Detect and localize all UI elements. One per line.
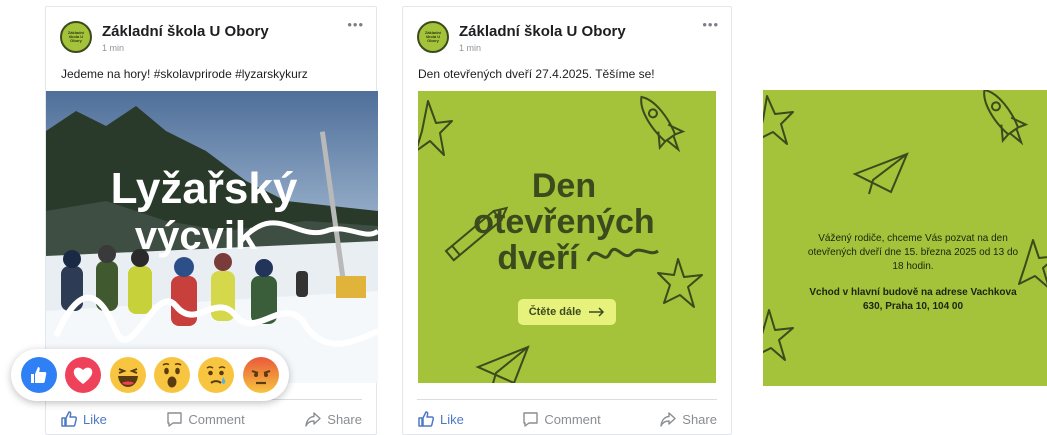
page-avatar[interactable]: Základní škola U Obory (417, 21, 449, 53)
thumbs-up-icon (61, 411, 78, 427)
share-icon (660, 411, 676, 427)
like-reaction-icon[interactable] (21, 357, 58, 393)
open-day-title-line1: Den (532, 167, 596, 205)
invitation-paragraph: Vážený rodiče, chceme Vás pozvat na den … (807, 233, 1019, 272)
invitation-address: Vchod v hlavní budově na adrese Vachkova… (809, 287, 1017, 312)
more-options-icon[interactable]: ••• (702, 17, 719, 32)
open-day-title-line2: otevřených (473, 203, 654, 241)
post-text: Den otevřených dveří 27.4.2025. Těšíme s… (418, 67, 655, 81)
read-more-button[interactable]: Čtěte dále (518, 299, 616, 325)
comment-button[interactable]: Comment (522, 411, 601, 428)
angry-reaction-icon[interactable] (242, 357, 279, 393)
comment-label: Comment (544, 411, 601, 427)
reactions-bar (11, 349, 289, 401)
haha-reaction-icon[interactable] (109, 357, 146, 393)
page-name[interactable]: Základní škola U Obory (102, 23, 269, 40)
share-label: Share (682, 411, 717, 427)
post-text: Jedeme na hory! #skolavprirode #lyzarsky… (61, 67, 308, 81)
like-button[interactable]: Like (417, 410, 464, 428)
post-header: Základní škola U Obory Základní škola U … (60, 17, 364, 55)
thumbs-up-icon (418, 411, 435, 427)
share-icon (305, 411, 321, 427)
read-more-label: Čtěte dále (528, 306, 582, 318)
page-avatar[interactable]: Základní škola U Obory (60, 21, 92, 53)
wow-reaction-icon[interactable] (154, 357, 191, 393)
post-time[interactable]: 1 min (459, 43, 481, 53)
comment-icon (523, 411, 539, 427)
post-image-open-day[interactable]: Den otevřených dveří Čtěte dále (418, 91, 716, 383)
actions-divider (417, 399, 717, 400)
share-button[interactable]: Share (304, 411, 362, 428)
like-label: Like (83, 411, 107, 427)
share-label: Share (327, 411, 362, 427)
share-button[interactable]: Share (659, 411, 717, 428)
post-actions: Like Comment Share (60, 407, 362, 431)
comment-label: Comment (188, 411, 245, 427)
post-image-ski[interactable]: Lyžařský výcvik (46, 91, 378, 383)
like-button[interactable]: Like (60, 410, 107, 428)
post-card-open-day: Základní škola U Obory Základní škola U … (402, 6, 732, 435)
post-actions: Like Comment Share (417, 407, 717, 431)
post-time[interactable]: 1 min (102, 43, 124, 53)
ski-title-line2: výcvik (135, 214, 258, 258)
carousel-slide-invitation[interactable]: Vážený rodiče, chceme Vás pozvat na den … (763, 90, 1047, 386)
more-options-icon[interactable]: ••• (347, 17, 364, 32)
love-reaction-icon[interactable] (65, 357, 102, 393)
open-day-title-line3: dveří (497, 239, 580, 277)
comment-icon (167, 411, 183, 427)
comment-button[interactable]: Comment (166, 411, 245, 428)
post-header: Základní škola U Obory Základní škola U … (417, 17, 719, 55)
sad-reaction-icon[interactable] (198, 357, 235, 393)
page-name[interactable]: Základní škola U Obory (459, 23, 626, 40)
ski-title-line1: Lyžařský (111, 164, 298, 213)
like-label: Like (440, 411, 464, 427)
arrow-right-icon (589, 307, 605, 317)
